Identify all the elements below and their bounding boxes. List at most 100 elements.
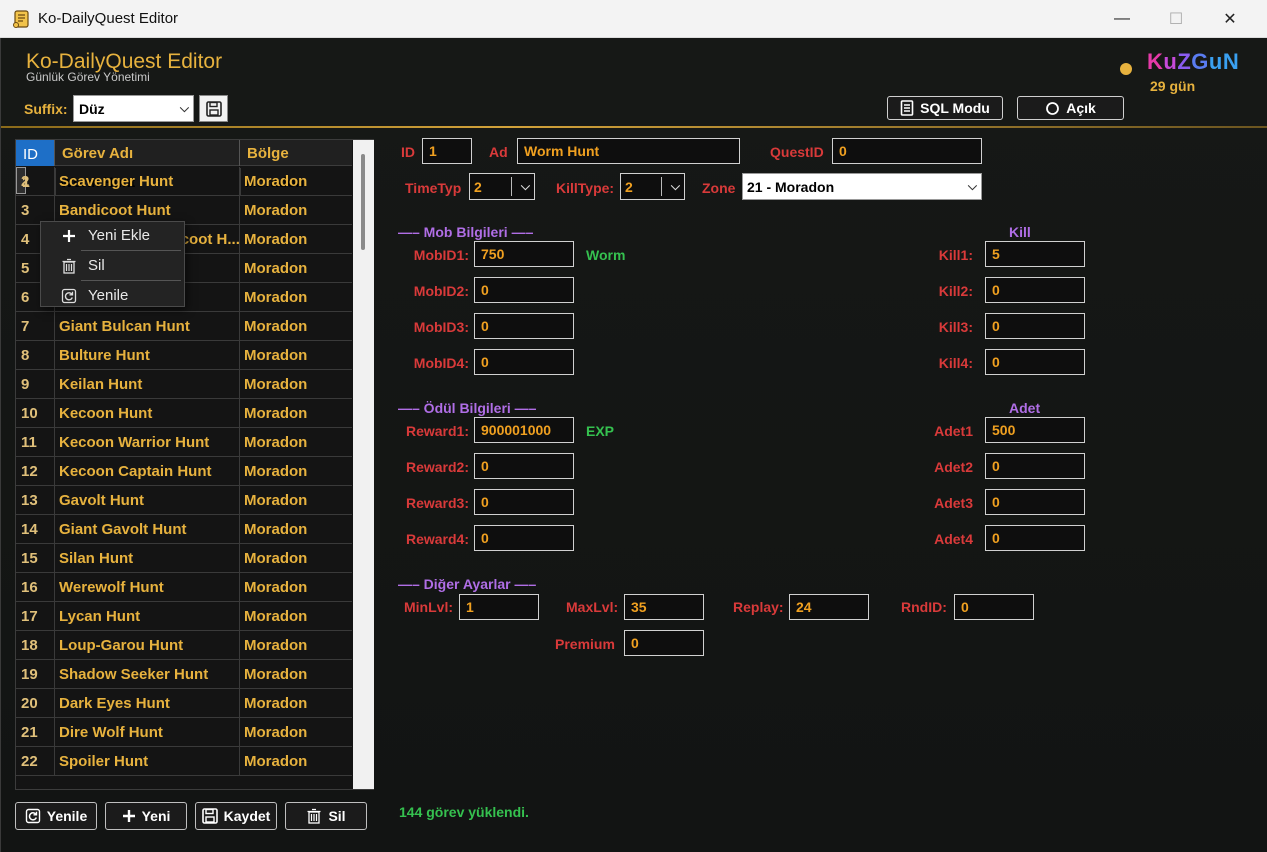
save-suffix-button[interactable] — [199, 95, 228, 122]
mobid-label: MobID3: — [413, 319, 469, 335]
plus-icon — [122, 810, 135, 822]
column-header-id[interactable]: ID — [16, 140, 54, 166]
delete-button[interactable]: Sil — [285, 802, 367, 830]
row-zone: Moradon — [239, 515, 352, 543]
refresh-button[interactable]: Yenile — [15, 802, 97, 830]
id-field[interactable]: 1 — [422, 138, 472, 164]
sql-mode-button[interactable]: SQL Modu — [887, 96, 1003, 120]
row-name: Keilan Hunt — [54, 370, 239, 398]
column-header-name[interactable]: Görev Adı — [54, 140, 239, 166]
connection-toggle-button[interactable]: Açık — [1017, 96, 1124, 120]
row-id: 7 — [21, 318, 30, 335]
row-name: Giant Gavolt Hunt — [54, 515, 239, 543]
mobid-label: MobID4: — [413, 355, 469, 371]
scroll-icon — [13, 10, 29, 28]
row-name: Scavenger Hunt — [54, 167, 239, 195]
timetyp-select[interactable]: 2 ⌵ — [469, 173, 535, 200]
adet-field[interactable]: 0 — [985, 489, 1085, 515]
table-row[interactable]: 13 Gavolt Hunt Moradon — [16, 486, 352, 515]
list-scrollbar[interactable] — [353, 140, 374, 789]
killtype-select[interactable]: 2 ⌵ — [620, 173, 685, 200]
reward-field[interactable]: 0 — [474, 453, 574, 479]
row-id: 11 — [21, 434, 37, 451]
premium-field[interactable]: 0 — [624, 630, 704, 656]
suffix-value: Düz — [79, 101, 105, 117]
column-header-zone[interactable]: Bölge — [239, 140, 352, 166]
row-zone: Moradon — [239, 370, 352, 398]
table-row[interactable]: 10 Kecoon Hunt Moradon — [16, 399, 352, 428]
row-zone: Moradon — [239, 225, 352, 253]
table-row[interactable]: 18 Loup-Garou Hunt Moradon — [16, 631, 352, 660]
kill-label: Kill1: — [938, 247, 973, 263]
row-id: 18 — [21, 637, 38, 654]
brand-logo: KuZGuN — [1147, 49, 1240, 74]
zone-select[interactable]: 21 - Moradon ⌵ — [742, 173, 982, 200]
suffix-select[interactable]: Düz ⌵ — [73, 95, 194, 122]
name-field[interactable]: Worm Hunt — [517, 138, 740, 164]
row-id: 9 — [21, 376, 30, 393]
table-row[interactable]: 19 Shadow Seeker Hunt Moradon — [16, 660, 352, 689]
row-zone: Moradon — [239, 283, 352, 311]
table-row[interactable]: 14 Giant Gavolt Hunt Moradon — [16, 515, 352, 544]
minimize-button[interactable]: — — [1099, 0, 1145, 38]
table-row[interactable]: 15 Silan Hunt Moradon — [16, 544, 352, 573]
app-frame: Ko-DailyQuest Editor Günlük Görev Yöneti… — [0, 38, 1267, 852]
context-menu: Yeni Ekle Sil Yenile — [40, 221, 185, 307]
new-button[interactable]: Yeni — [105, 802, 187, 830]
row-id: 8 — [21, 347, 30, 364]
minlvl-field[interactable]: 1 — [459, 594, 539, 620]
row-name: Dire Wolf Hunt — [54, 718, 239, 746]
adet-label: Adet4 — [934, 531, 973, 547]
trash-icon — [307, 808, 321, 824]
rndid-field[interactable]: 0 — [954, 594, 1034, 620]
scrollbar-thumb[interactable] — [361, 154, 365, 250]
table-row[interactable]: 8 Bulture Hunt Moradon — [16, 341, 352, 370]
context-item-delete[interactable]: Sil — [41, 252, 186, 280]
kill-field[interactable]: 5 — [985, 241, 1085, 267]
adet-field[interactable]: 0 — [985, 525, 1085, 551]
maxlvl-field[interactable]: 35 — [624, 594, 704, 620]
table-row[interactable]: 22 Spoiler Hunt Moradon — [16, 747, 352, 776]
floppy-icon — [201, 808, 218, 824]
table-row[interactable]: 7 Giant Bulcan Hunt Moradon — [16, 312, 352, 341]
context-item-refresh[interactable]: Yenile — [41, 282, 186, 310]
refresh-icon — [25, 808, 40, 824]
table-row[interactable]: 11 Kecoon Warrior Hunt Moradon — [16, 428, 352, 457]
adet-field[interactable]: 0 — [985, 453, 1085, 479]
row-name: Loup-Garou Hunt — [54, 631, 239, 659]
replay-field[interactable]: 24 — [789, 594, 869, 620]
table-row[interactable]: 12 Kecoon Captain Hunt Moradon — [16, 457, 352, 486]
table-row[interactable]: 17 Lycan Hunt Moradon — [16, 602, 352, 631]
kill-field[interactable]: 0 — [985, 277, 1085, 303]
reward-label: Reward3: — [405, 495, 469, 511]
row-name: Spoiler Hunt — [54, 747, 239, 775]
row-name: Kecoon Warrior Hunt — [54, 428, 239, 456]
table-row[interactable]: 16 Werewolf Hunt Moradon — [16, 573, 352, 602]
mobid-field[interactable]: 0 — [474, 349, 574, 375]
reward-section-title: —– Ödül Bilgileri —– — [398, 400, 537, 416]
table-row[interactable]: 21 Dire Wolf Hunt Moradon — [16, 718, 352, 747]
chevron-down-icon: ⌵ — [670, 179, 680, 193]
row-id: 17 — [21, 608, 38, 625]
maximize-button[interactable]: ☐ — [1153, 0, 1199, 38]
adet-field[interactable]: 500 — [985, 417, 1085, 443]
context-item-add[interactable]: Yeni Ekle — [41, 222, 186, 250]
row-zone: Moradon — [239, 660, 352, 688]
save-button[interactable]: Kaydet — [195, 802, 277, 830]
close-button[interactable]: ✕ — [1207, 0, 1253, 38]
table-row[interactable]: 9 Keilan Hunt Moradon — [16, 370, 352, 399]
row-zone: Moradon — [239, 428, 352, 456]
mobid-field[interactable]: 0 — [474, 313, 574, 339]
mobid-field[interactable]: 750 — [474, 241, 574, 267]
table-row[interactable]: 2 Scavenger Hunt Moradon — [16, 167, 352, 196]
reward-field[interactable]: 0 — [474, 489, 574, 515]
kill-field[interactable]: 0 — [985, 349, 1085, 375]
premium-label: Premium — [555, 636, 615, 652]
kill-field[interactable]: 0 — [985, 313, 1085, 339]
reward-field[interactable]: 0 — [474, 525, 574, 551]
row-id: 22 — [21, 753, 38, 770]
table-row[interactable]: 20 Dark Eyes Hunt Moradon — [16, 689, 352, 718]
questid-field[interactable]: 0 — [832, 138, 982, 164]
reward-field[interactable]: 900001000 — [474, 417, 574, 443]
mobid-field[interactable]: 0 — [474, 277, 574, 303]
